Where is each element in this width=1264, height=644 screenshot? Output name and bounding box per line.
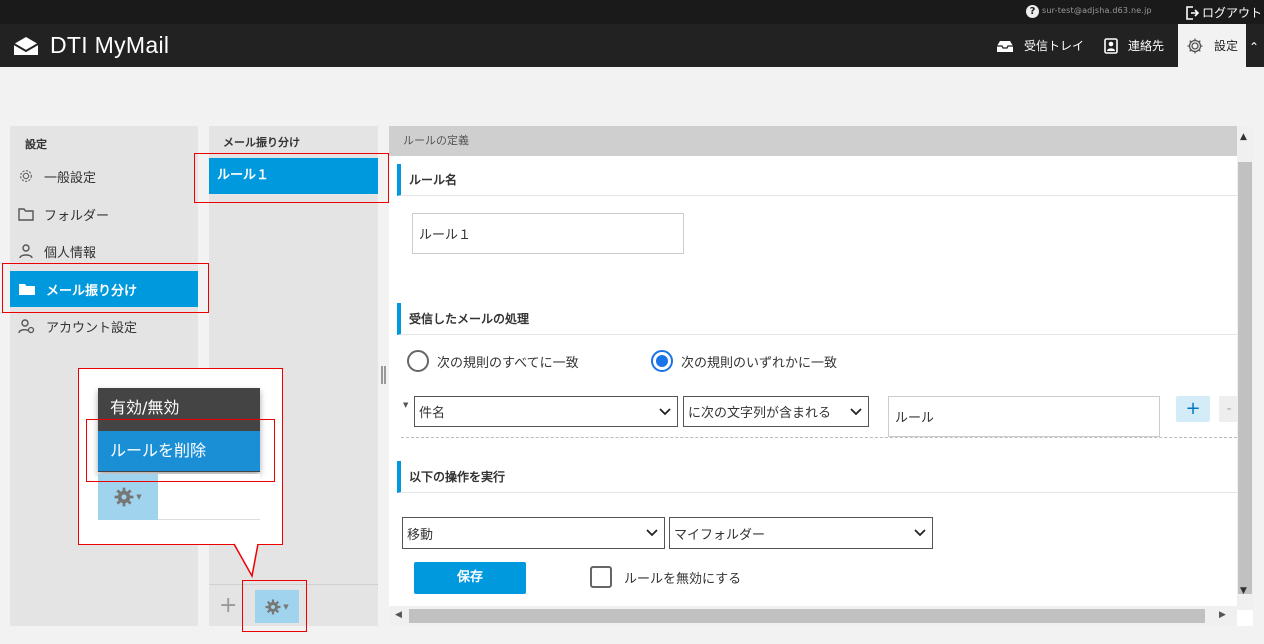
sidebar-item-label: アカウント設定 xyxy=(46,320,138,336)
sidebar-item-label: フォルダー xyxy=(44,208,110,224)
chevron-down-icon xyxy=(850,407,862,415)
rule-options-menu: 有効/無効 ルールを削除 xyxy=(98,388,260,472)
action-type-select[interactable]: 移動 xyxy=(402,517,665,549)
top-bar: ? sur-test@adjsha.d63.ne.jp ログアウト xyxy=(0,0,1264,24)
scroll-left-icon[interactable]: ◀ xyxy=(395,610,402,620)
rule-definition-header: ルールの定義 xyxy=(389,126,1237,156)
chevron-down-icon xyxy=(646,529,658,537)
sidebar-item-folders[interactable]: フォルダー xyxy=(10,196,198,232)
radio-match-all[interactable]: 次の規則のすべてに一致 xyxy=(407,350,579,372)
radio-circle-selected xyxy=(651,350,673,372)
condition-operator-select[interactable]: に次の文字列が含まれる xyxy=(683,396,869,427)
menu-footer-strip xyxy=(158,474,260,520)
select-value: に次の文字列が含まれる xyxy=(688,406,832,421)
add-rule-button[interactable]: + xyxy=(219,595,237,617)
sidebar-item-label: 個人情報 xyxy=(44,245,97,261)
action-section: 以下の操作を実行 xyxy=(397,461,1237,493)
checkbox-box xyxy=(590,566,612,588)
select-value: 移動 xyxy=(407,527,434,543)
nav-contacts-label: 連絡先 xyxy=(1128,39,1165,53)
radio-label: 次の規則のいずれかに一致 xyxy=(681,355,838,371)
condition-marker-icon: ▼ xyxy=(403,401,409,409)
folder-icon xyxy=(19,284,35,295)
rule-name-section: ルール名 xyxy=(397,164,1237,196)
rule-list-item[interactable]: ルール１ xyxy=(209,158,378,194)
condition-field-select[interactable]: 件名 xyxy=(414,396,678,427)
sidebar-item-mail-filter[interactable]: メール振り分け xyxy=(10,271,198,307)
contacts-icon xyxy=(1104,37,1118,54)
rule-list-footer: + ▼ xyxy=(209,584,378,626)
inbox-icon xyxy=(997,40,1013,52)
sidebar-item-general[interactable]: 一般設定 xyxy=(10,158,198,194)
chevron-up-icon[interactable]: ⌃ xyxy=(1249,40,1259,54)
sidebar-item-personal[interactable]: 個人情報 xyxy=(10,233,198,269)
condition-value-input[interactable]: ルール xyxy=(888,396,1160,437)
select-value: 件名 xyxy=(419,406,446,421)
account-settings-icon xyxy=(18,319,35,334)
callout-tail xyxy=(233,543,259,579)
sidebar-item-label: 一般設定 xyxy=(44,170,97,186)
gear-icon xyxy=(20,170,32,182)
mail-logo-icon xyxy=(13,36,39,55)
app-header: DTI MyMail 受信トレイ 連絡先 設定 ⌃ xyxy=(0,24,1264,67)
panel-splitter[interactable] xyxy=(381,366,386,384)
chevron-down-icon xyxy=(659,407,671,415)
horizontal-scrollbar[interactable]: ◀ ▶ xyxy=(389,606,1237,626)
select-value: マイフォルダー xyxy=(674,527,766,543)
processing-section: 受信したメールの処理 xyxy=(397,303,1237,335)
menu-item-toggle[interactable]: 有効/無効 xyxy=(98,388,260,428)
rule-options-button-zoomed[interactable]: ▼ xyxy=(98,474,158,520)
scroll-down-icon[interactable]: ▼ xyxy=(1240,586,1247,596)
scrollbar-thumb[interactable] xyxy=(1238,162,1252,594)
help-icon[interactable]: ? xyxy=(1026,5,1039,18)
save-button[interactable]: 保存 xyxy=(414,562,526,594)
radio-match-any[interactable]: 次の規則のいずれかに一致 xyxy=(651,350,837,372)
gear-icon xyxy=(114,487,134,507)
menu-item-delete-rule[interactable]: ルールを削除 xyxy=(98,431,260,471)
nav-settings-label: 設定 xyxy=(1214,39,1239,53)
scroll-right-icon[interactable]: ▶ xyxy=(1219,610,1226,620)
caret-down-icon: ▼ xyxy=(283,602,289,611)
disable-rule-checkbox[interactable]: ルールを無効にする xyxy=(590,566,741,588)
logout-label: ログアウト xyxy=(1202,6,1263,20)
user-email: sur-test@adjsha.d63.ne.jp xyxy=(1042,6,1152,15)
remove-condition-button[interactable]: - xyxy=(1219,396,1239,422)
radio-circle xyxy=(407,350,429,372)
chevron-down-icon xyxy=(914,529,926,537)
action-folder-select[interactable]: マイフォルダー xyxy=(669,517,933,549)
nav-settings[interactable]: 設定 xyxy=(1178,24,1246,67)
folder-icon xyxy=(18,208,34,221)
person-icon xyxy=(19,244,33,259)
rule-name-input[interactable]: ルール１ xyxy=(412,213,684,254)
sidebar-item-account[interactable]: アカウント設定 xyxy=(10,308,198,344)
nav-inbox[interactable]: 受信トレイ xyxy=(996,24,1084,67)
nav-contacts[interactable]: 連絡先 xyxy=(1104,24,1164,67)
gear-icon xyxy=(1187,38,1203,53)
rule-list-title: メール振り分け xyxy=(223,136,300,149)
radio-label: 次の規則のすべてに一致 xyxy=(437,355,579,371)
add-condition-button[interactable]: + xyxy=(1176,396,1210,422)
sidebar-title: 設定 xyxy=(25,138,47,151)
scroll-up-icon[interactable]: ▲ xyxy=(1240,132,1247,142)
caret-down-icon: ▼ xyxy=(136,493,142,501)
sidebar-item-label: メール振り分け xyxy=(46,283,138,299)
condition-divider xyxy=(401,437,1237,438)
nav-inbox-label: 受信トレイ xyxy=(1024,39,1085,53)
app-title: DTI MyMail xyxy=(50,32,170,58)
app-logo[interactable]: DTI MyMail xyxy=(12,32,169,59)
rule-definition-panel: ルールの定義 ルール名 ルール１ 受信したメールの処理 次の規則のすべてに一致 … xyxy=(389,126,1253,626)
gear-icon xyxy=(265,599,281,614)
scrollbar-thumb[interactable] xyxy=(409,609,1205,623)
logout-link[interactable]: ログアウト xyxy=(1185,4,1262,21)
rule-options-button[interactable]: ▼ xyxy=(255,590,299,623)
vertical-scrollbar[interactable]: ▲ ▼ xyxy=(1237,126,1253,610)
checkbox-label: ルールを無効にする xyxy=(624,571,742,587)
logout-icon xyxy=(1186,5,1199,20)
